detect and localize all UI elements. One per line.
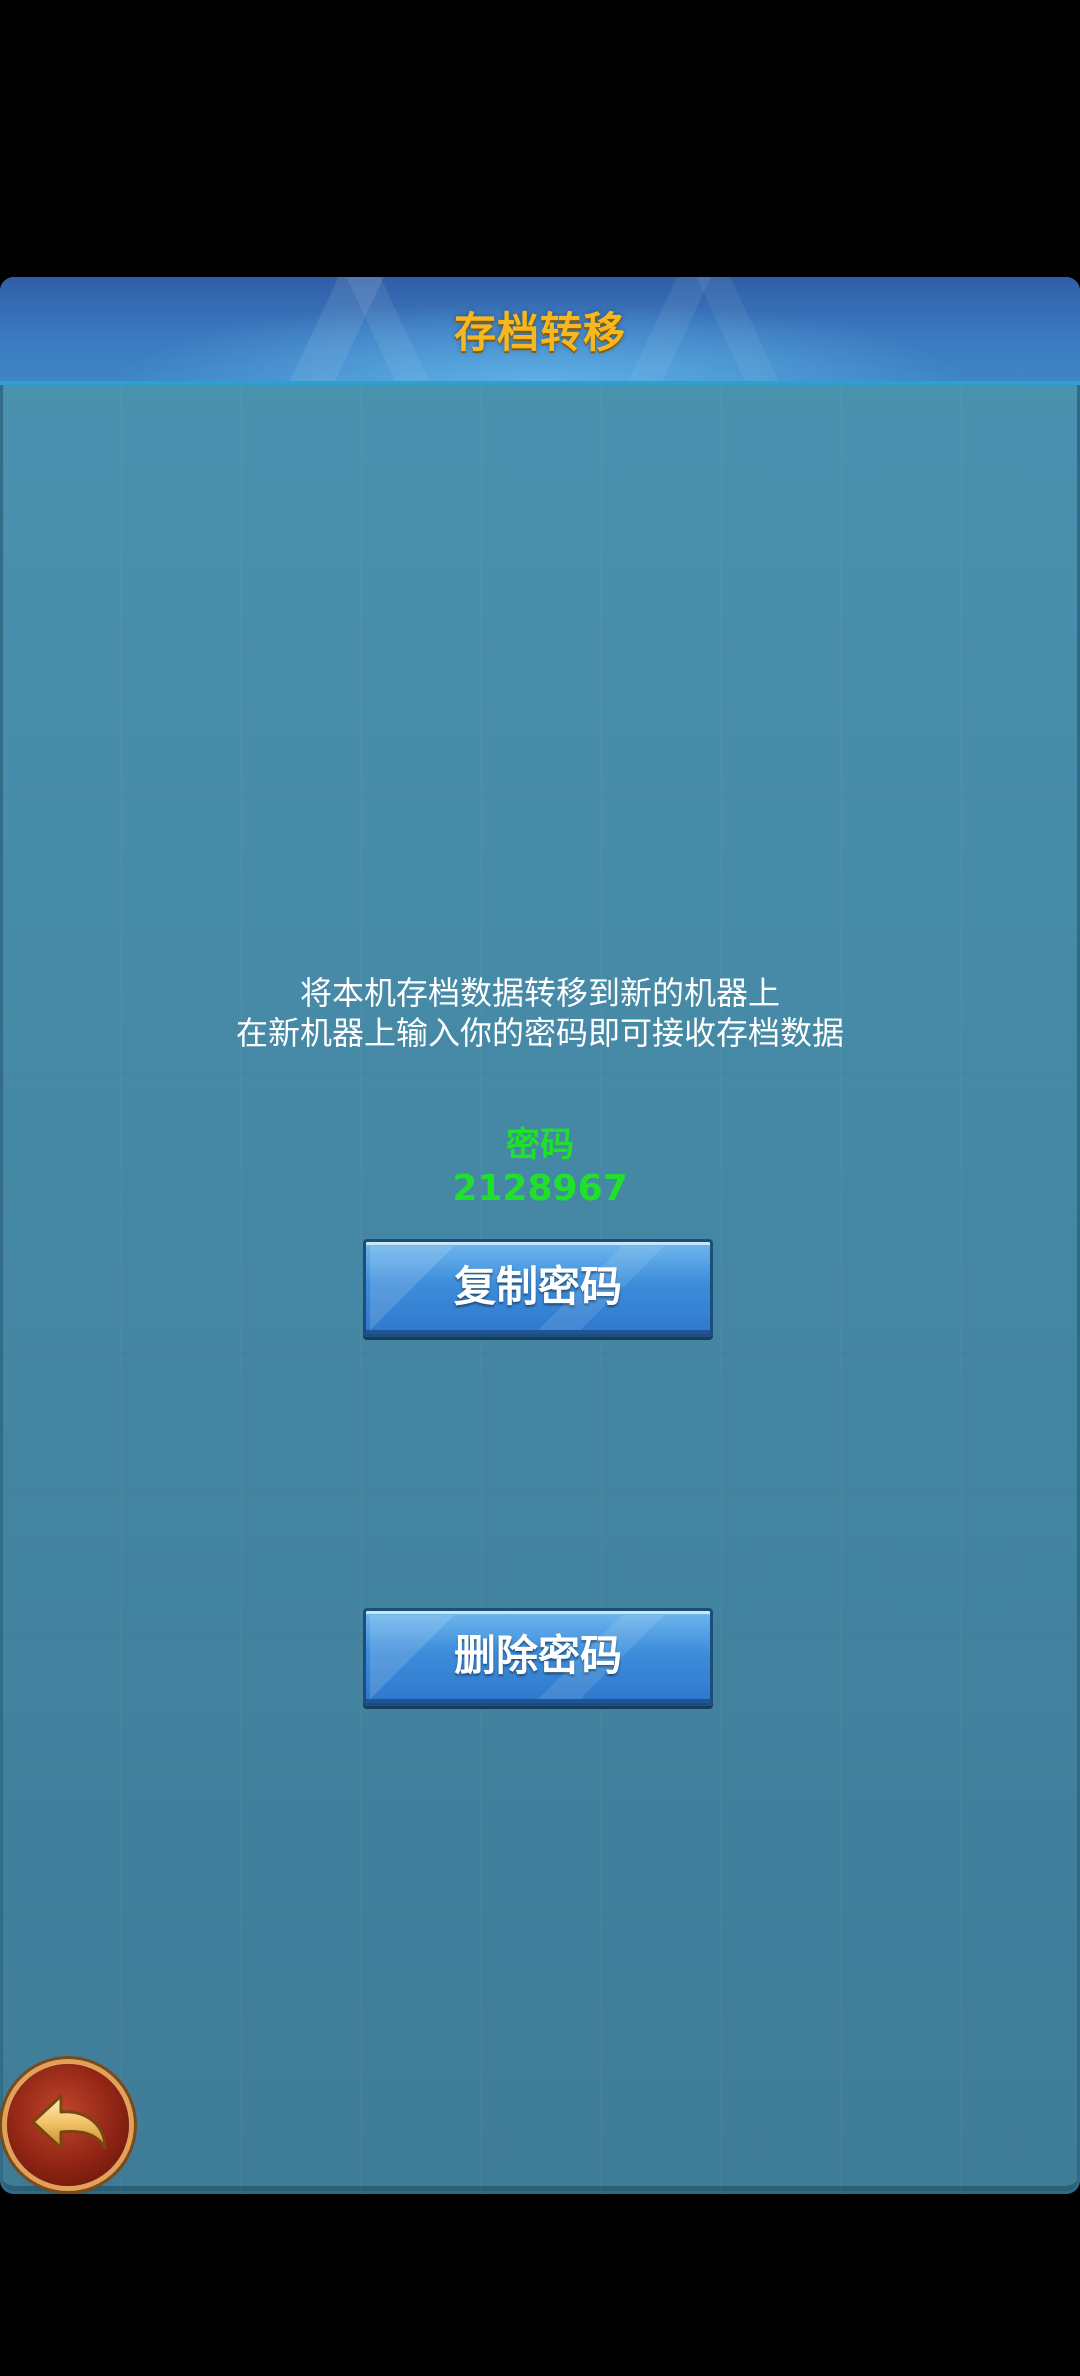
- panel-title: 存档转移: [453, 308, 626, 357]
- password-label: 密码: [506, 1125, 574, 1165]
- screen: 存档转移 将本机存档数据转移到新的机器上 在新机器上输入你的密码即可接收存档数据…: [0, 0, 1080, 2376]
- password-value: 2128967: [452, 1168, 628, 1209]
- delete-password-button[interactable]: 删除密码: [363, 1608, 713, 1706]
- description-text: 将本机存档数据转移到新的机器上 在新机器上输入你的密码即可接收存档数据: [0, 973, 1080, 1053]
- save-transfer-panel: 存档转移 将本机存档数据转移到新的机器上 在新机器上输入你的密码即可接收存档数据…: [0, 277, 1080, 2194]
- copy-password-button[interactable]: 复制密码: [363, 1239, 713, 1337]
- description-line-1: 将本机存档数据转移到新的机器上: [299, 974, 780, 1012]
- back-button[interactable]: [7, 2064, 129, 2186]
- description-line-2: 在新机器上输入你的密码即可接收存档数据: [235, 1014, 844, 1052]
- back-arrow-icon: [31, 2094, 107, 2150]
